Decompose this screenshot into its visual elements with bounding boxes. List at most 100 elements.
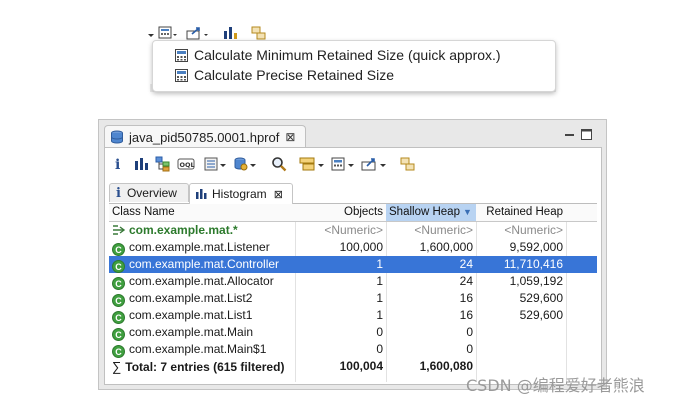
class-name-cell: Ccom.example.mat.List2 [109,290,295,307]
class-name-cell: Ccom.example.mat.Main [109,324,295,341]
heap-dump-editor: java_pid50785.0001.hprof ⊠ i OQL i Overv… [98,119,607,390]
class-icon: C [112,243,125,256]
editor-tabbar: java_pid50785.0001.hprof ⊠ [99,120,606,148]
shallow-heap-cell: 0 [466,325,473,339]
class-name: com.example.mat.Main$1 [129,342,267,356]
svg-text:OQL: OQL [180,161,195,169]
objects-cell: 1 [376,274,383,288]
export-icon[interactable] [186,25,212,41]
class-name-cell: Ccom.example.mat.Controller [109,256,295,273]
class-icon: C [112,328,125,341]
table-row[interactable]: Ccom.example.mat.Main 0 0 [109,324,597,341]
class-name: com.example.mat.Listener [129,240,270,254]
tab-overview[interactable]: i Overview [109,183,189,202]
menu-item-min-retained[interactable]: Calculate Minimum Retained Size (quick a… [175,45,501,65]
retained-heap-cell [476,341,566,358]
class-name: com.example.mat.Controller [129,257,280,271]
class-name: com.example.mat.Allocator [129,274,274,288]
editor-tab-label: java_pid50785.0001.hprof [129,129,280,145]
calculator-icon [175,48,188,62]
close-icon[interactable]: ⊠ [285,130,295,144]
tab-histogram[interactable]: Histogram ⊠ [189,183,293,204]
objects-filter-cell[interactable]: <Numeric> [295,222,386,239]
retained-heap-cell: 529,600 [519,291,563,305]
run-report-icon[interactable] [233,156,259,172]
histogram-icon[interactable] [133,156,149,172]
retained-heap-cell: 1,059,192 [509,274,563,288]
tab-label: Overview [126,186,177,200]
regex-filter-icon [113,225,126,235]
histogram-icon [196,189,207,199]
table-row[interactable]: Ccom.example.mat.List2 1 16 529,600 [109,290,597,307]
watermark: CSDN @编程爱好者熊浪 [466,376,645,395]
retained-heap-cell: 529,600 [519,308,563,322]
class-name-cell: Ccom.example.mat.Allocator [109,273,295,290]
shallow-heap-cell: 24 [459,274,473,288]
tab-label: Histogram [212,187,267,201]
objects-cell: 1 [376,291,383,305]
minimize-icon[interactable] [564,129,575,140]
table-header: Class Name Objects Shallow Heap ▼ Retaine… [109,204,597,222]
class-icon: C [112,311,125,324]
filter-row[interactable]: com.example.mat.* <Numeric> <Numeric> <N… [109,222,597,239]
class-icon: C [112,277,125,290]
objects-cell: 1 [376,257,383,271]
name-filter-value: com.example.mat.* [129,223,238,237]
shallow-heap-cell: 0 [466,342,473,356]
calculator-icon[interactable] [158,25,178,41]
oql-icon[interactable]: OQL [177,156,195,172]
name-filter-cell[interactable]: com.example.mat.* [109,222,295,239]
retained-heap-cell: 11,710,416 [503,257,563,271]
calculator-icon[interactable] [331,156,357,172]
objects-cell: 0 [376,325,383,339]
total-label-cell: ∑ Total: 7 entries (615 filtered) [109,358,295,375]
objects-cell: 100,000 [339,240,383,254]
total-shallow-heap-cell: 1,600,080 [419,359,473,373]
menu-item-label: Calculate Minimum Retained Size (quick a… [194,47,501,63]
group-by-icon[interactable] [299,156,327,172]
table-row[interactable]: Ccom.example.mat.Allocator 1 24 1,059,19… [109,273,597,290]
histogram-icon[interactable] [222,25,240,41]
editor-body: i OQL i Overview Histogram ⊠ Class Name … [104,147,602,385]
menu-item-precise-retained[interactable]: Calculate Precise Retained Size [175,65,394,85]
close-icon[interactable]: ⊠ [274,188,283,201]
export-icon[interactable] [361,156,389,172]
column-header-label: Shallow Heap [389,206,460,218]
class-name-cell: Ccom.example.mat.List1 [109,307,295,324]
overview-info-icon[interactable]: i [113,156,123,172]
shallow-heap-cell: 24 [459,257,473,271]
sort-descending-icon: ▼ [462,207,472,217]
table-row[interactable]: Ccom.example.mat.List1 1 16 529,600 [109,307,597,324]
compare-icon[interactable] [250,25,268,41]
objects-cell: 1 [376,308,383,322]
retained-filter-cell[interactable]: <Numeric> [476,222,566,239]
shallow-heap-cell: 16 [459,308,473,322]
search-icon[interactable] [271,156,287,172]
shallow-filter-cell[interactable]: <Numeric> [386,222,476,239]
class-icon: C [112,260,125,273]
dominator-tree-icon[interactable] [155,156,171,172]
column-header-objects[interactable]: Objects [295,204,386,221]
class-name-cell: Ccom.example.mat.Listener [109,239,295,256]
objects-cell: 0 [376,342,383,356]
database-icon [111,130,123,144]
total-label: Total: 7 entries (615 filtered) [125,360,285,374]
table-row-selected[interactable]: Ccom.example.mat.Controller 1 24 11,710,… [109,256,597,273]
histogram-table: Class Name Objects Shallow Heap ▼ Retaine… [109,204,597,382]
table-row[interactable]: Ccom.example.mat.Main$1 0 0 [109,341,597,358]
compare-icon[interactable] [399,156,417,172]
maximize-icon[interactable] [581,129,592,140]
dropdown-arrow-icon[interactable] [146,25,156,41]
column-header-shallow-heap[interactable]: Shallow Heap ▼ [386,204,476,221]
calculator-icon [175,68,188,82]
thread-overview-icon[interactable] [203,156,229,172]
column-header-class-name[interactable]: Class Name [109,204,295,221]
table-row[interactable]: Ccom.example.mat.Listener 100,000 1,600,… [109,239,597,256]
shallow-heap-cell: 1,600,000 [419,240,473,254]
class-icon: C [112,294,125,307]
editor-toolbar: i OQL [105,148,601,180]
inner-tab-bar: i Overview Histogram ⊠ [109,183,597,204]
retained-heap-cell [476,324,566,341]
column-header-retained-heap[interactable]: Retained Heap [476,204,566,221]
editor-tab-hprof[interactable]: java_pid50785.0001.hprof ⊠ [104,125,306,148]
